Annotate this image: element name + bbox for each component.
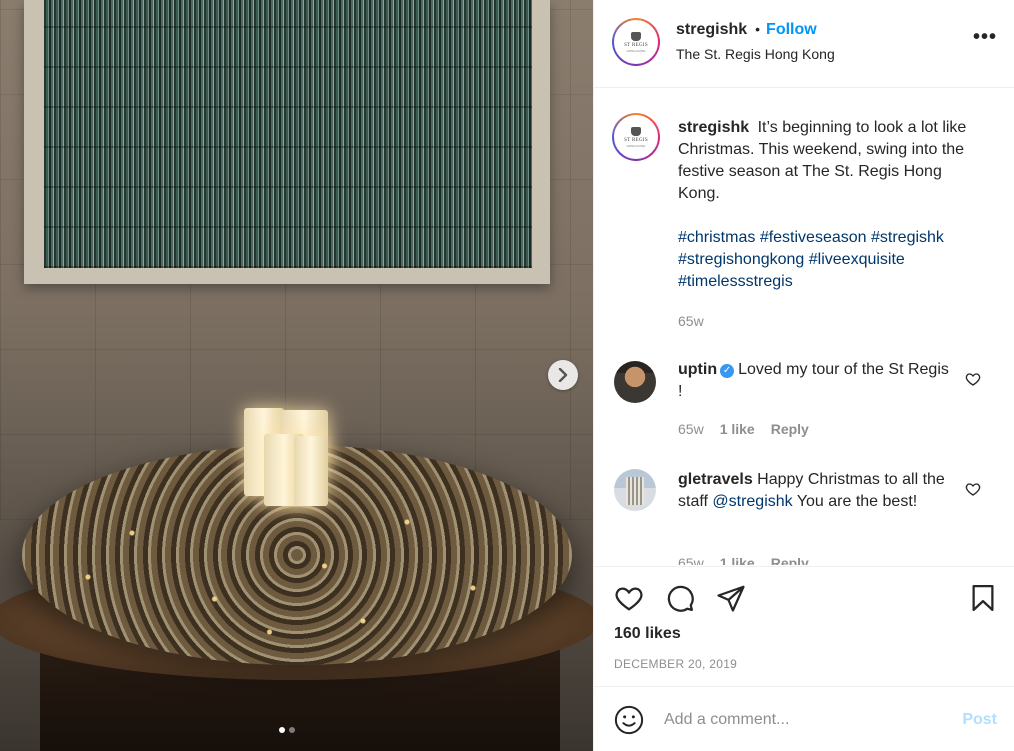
comment-likes[interactable]: 1 like [720, 421, 755, 437]
comment-timestamp[interactable]: 65w [678, 421, 704, 437]
wall-artwork [24, 0, 550, 284]
comment-username[interactable]: gletravels [678, 471, 753, 488]
caption-username[interactable]: stregishk [678, 119, 749, 136]
post-photo[interactable] [0, 0, 593, 751]
comment-likes[interactable]: 1 like [720, 555, 755, 565]
hashtag[interactable]: #liveexquisite [809, 251, 905, 268]
like-comment-heart-icon[interactable] [965, 481, 981, 497]
caption-timestamp[interactable]: 65w [678, 313, 704, 329]
logo-subtext: HONG KONG [626, 48, 646, 53]
comment-bubble-icon[interactable] [665, 583, 695, 613]
likes-count[interactable]: 160 likes [614, 625, 681, 643]
hashtag[interactable]: #christmas [678, 229, 755, 246]
comment-body: gletravels Happy Christmas to all the st… [678, 469, 954, 513]
logo-subtext: HONG KONG [626, 143, 646, 148]
separator-dot: • [755, 21, 761, 37]
comment-input[interactable] [664, 705, 944, 735]
comment-username[interactable]: uptin [678, 361, 717, 378]
post-caption: stregishk It’s beginning to look a lot l… [678, 117, 988, 205]
st-regis-logo: ST REGIS HONG KONG [614, 115, 658, 159]
hashtag[interactable]: #festiveseason [760, 229, 867, 246]
share-paper-plane-icon[interactable] [716, 583, 746, 613]
crest-icon [631, 126, 641, 136]
comments-list[interactable]: ST REGIS HONG KONG stregishk It’s beginn… [594, 89, 1014, 565]
post-date[interactable]: DECEMBER 20, 2019 [614, 657, 737, 671]
more-options-icon[interactable]: ••• [973, 27, 997, 47]
reply-button[interactable]: Reply [771, 421, 809, 437]
crest-icon [631, 31, 641, 41]
follow-button[interactable]: Follow [766, 21, 817, 39]
carousel-indicator [279, 727, 295, 733]
comment-timestamp[interactable]: 65w [678, 555, 704, 565]
commenter-avatar[interactable] [614, 361, 656, 403]
carousel-dot [289, 727, 295, 733]
chevron-right-icon [558, 368, 568, 382]
caption-avatar[interactable]: ST REGIS HONG KONG [612, 113, 660, 161]
comment-text: Loved my tour of the St Regis ! [678, 361, 949, 400]
reply-button[interactable]: Reply [771, 555, 809, 565]
hashtag[interactable]: #timelessstregis [678, 273, 793, 290]
add-comment-bar: Post [594, 686, 1014, 751]
like-comment-heart-icon[interactable] [965, 371, 981, 387]
post-side-panel: ST REGIS HONG KONG stregishk • Follow Th… [593, 0, 1014, 751]
comment-meta: 65w 1 like Reply [678, 421, 809, 437]
emoji-smiley-icon[interactable] [614, 705, 644, 735]
like-heart-icon[interactable] [614, 583, 644, 613]
artwork-canvas [44, 0, 532, 268]
candles [244, 408, 330, 508]
save-bookmark-icon[interactable] [968, 583, 998, 613]
post-header: ST REGIS HONG KONG stregishk • Follow Th… [594, 0, 1014, 88]
hashtags: #christmas #festiveseason #stregishk #st… [678, 227, 988, 293]
comment-text: You are the best! [792, 493, 918, 510]
verified-badge-icon: ✓ [720, 364, 735, 378]
carousel-dot-active [279, 727, 285, 733]
hashtag[interactable]: #stregishk [871, 229, 944, 246]
carousel-next-button[interactable] [548, 360, 578, 390]
location-link[interactable]: The St. Regis Hong Kong [676, 46, 835, 62]
mention-link[interactable]: @stregishk [712, 493, 792, 510]
comment-meta: 65w 1 like Reply [678, 555, 809, 565]
st-regis-logo: ST REGIS HONG KONG [614, 20, 658, 64]
header-username[interactable]: stregishk [676, 21, 747, 39]
post-comment-button[interactable]: Post [962, 711, 997, 729]
comment-body: uptin ✓ Loved my tour of the St Regis ! [678, 359, 954, 403]
profile-avatar[interactable]: ST REGIS HONG KONG [612, 18, 660, 66]
commenter-avatar[interactable] [614, 469, 656, 511]
hashtag[interactable]: #stregishongkong [678, 251, 804, 268]
candle [294, 436, 328, 506]
post-actions: 160 likes DECEMBER 20, 2019 [594, 566, 1014, 686]
